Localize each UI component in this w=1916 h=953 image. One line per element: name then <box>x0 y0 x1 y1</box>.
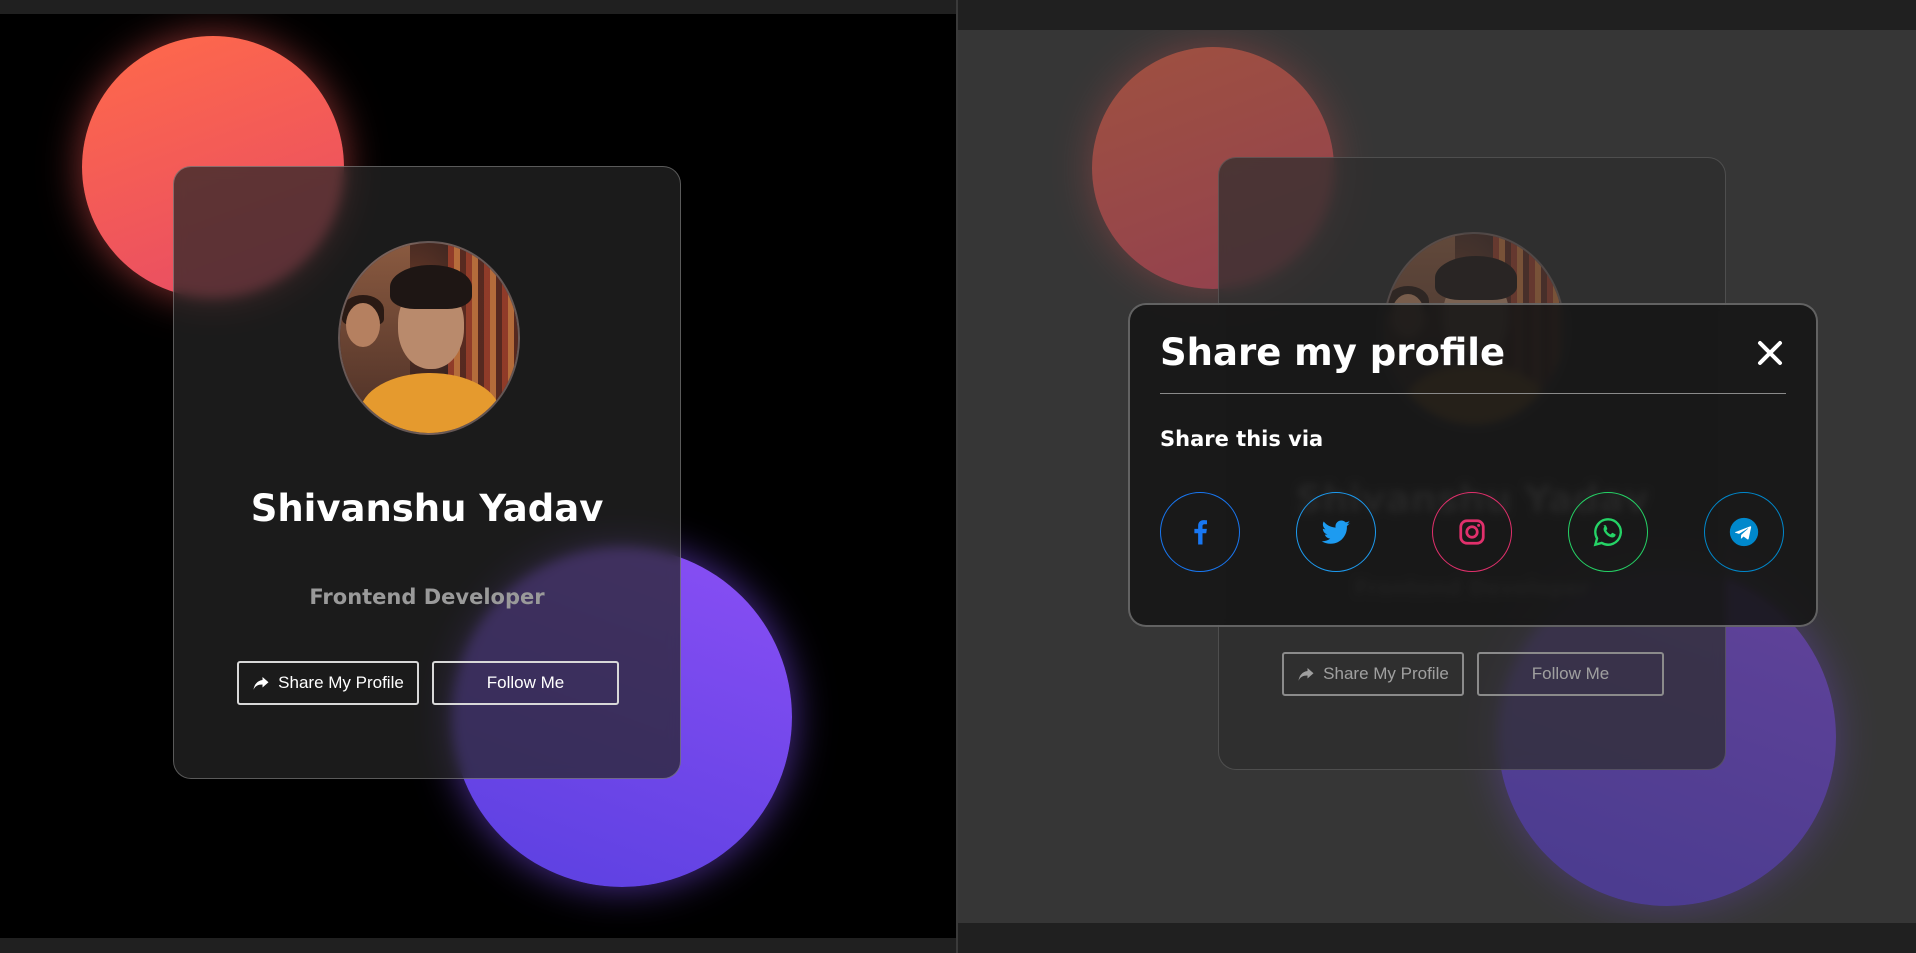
share-profile-label: Share My Profile <box>278 673 404 692</box>
telegram-icon <box>1729 517 1759 547</box>
modal-title: Share my profile <box>1160 331 1506 374</box>
whatsapp-share-button[interactable] <box>1568 492 1648 572</box>
facebook-share-button[interactable] <box>1160 492 1240 572</box>
profile-name: Shivanshu Yadav <box>250 487 604 530</box>
instagram-icon <box>1459 519 1485 545</box>
telegram-share-button[interactable] <box>1704 492 1784 572</box>
twitter-share-button[interactable] <box>1296 492 1376 572</box>
avatar <box>338 241 520 435</box>
share-arrow-icon <box>253 677 269 690</box>
modal-divider <box>1160 393 1786 394</box>
follow-me-button[interactable]: Follow Me <box>432 661 619 705</box>
close-icon <box>1758 341 1782 365</box>
facebook-icon <box>1194 520 1207 545</box>
profile-card-view: Shivanshu Yadav Frontend Developer Share… <box>0 14 956 938</box>
twitter-icon <box>1321 520 1351 544</box>
share-profile-button[interactable]: Share My Profile <box>237 661 419 705</box>
whatsapp-icon <box>1593 518 1622 547</box>
share-modal-view: Shivanshu Yadav Frontend Developer Share… <box>958 30 1916 923</box>
profile-role: Frontend Developer <box>309 585 545 609</box>
share-modal: Share my profile Share this via <box>1128 303 1818 627</box>
profile-card: Shivanshu Yadav Frontend Developer Share… <box>173 166 681 779</box>
follow-me-label: Follow Me <box>486 673 565 692</box>
share-via-label: Share this via <box>1160 427 1324 451</box>
close-button[interactable] <box>1752 335 1788 371</box>
instagram-share-button[interactable] <box>1432 492 1512 572</box>
